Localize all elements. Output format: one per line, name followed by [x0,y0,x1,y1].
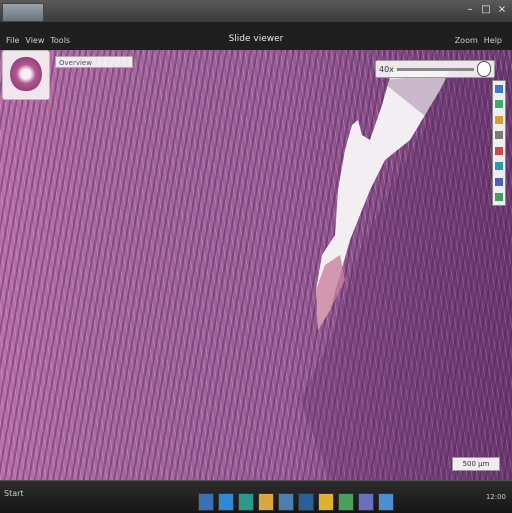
zoom-in-icon[interactable] [495,100,503,109]
terminal-icon[interactable] [298,493,314,511]
mail-icon[interactable] [318,493,334,511]
zoom-out-icon[interactable] [495,115,503,124]
window-controls: – □ × [464,4,508,16]
chat-icon[interactable] [358,493,374,511]
pan-icon[interactable] [495,84,503,93]
media-icon[interactable] [338,493,354,511]
start-button[interactable]: Start [4,489,24,498]
minimize-icon[interactable]: – [464,4,476,16]
scale-bar: 500 µm [452,457,500,471]
taskbar: Start 12:00 [0,480,512,513]
fit-icon[interactable] [495,193,503,202]
overview-thumbnail[interactable] [2,50,50,100]
settings-icon[interactable] [278,493,294,511]
system-tray-clock[interactable]: 12:00 [486,493,506,501]
rotate-icon[interactable] [495,177,503,186]
title-bar: – □ × [0,0,512,23]
viewer-icon[interactable] [238,493,254,511]
side-tool-strip [492,80,506,206]
slide-viewport[interactable] [0,50,512,480]
zoom-level: 40x [379,64,394,74]
right-toolbar: Zoom Help [455,36,502,45]
app-icon[interactable] [2,3,44,22]
zoom-control[interactable]: 40x [375,60,495,78]
color-icon[interactable] [495,162,503,171]
annotate-icon[interactable] [495,146,503,155]
overview-info-box: Overview [55,56,133,68]
browser-icon[interactable] [218,493,234,511]
slide-thumbnail-image [10,56,42,92]
taskbar-apps [198,493,394,511]
document-title: Slide viewer [228,34,284,44]
menu-bar: File View Tools Slide viewer Zoom Help [0,22,512,50]
folder-icon[interactable] [258,493,274,511]
ruler-icon[interactable] [495,131,503,140]
maximize-icon[interactable]: □ [480,4,492,16]
zoom-slider[interactable] [396,67,474,71]
close-icon[interactable]: × [496,4,508,16]
menu-help[interactable]: Help [484,36,502,45]
chart-icon[interactable] [378,493,394,511]
explorer-icon[interactable] [198,493,214,511]
tissue-lumen [300,70,512,480]
menu-zoom[interactable]: Zoom [455,36,478,45]
magnifier-icon[interactable] [477,61,491,77]
